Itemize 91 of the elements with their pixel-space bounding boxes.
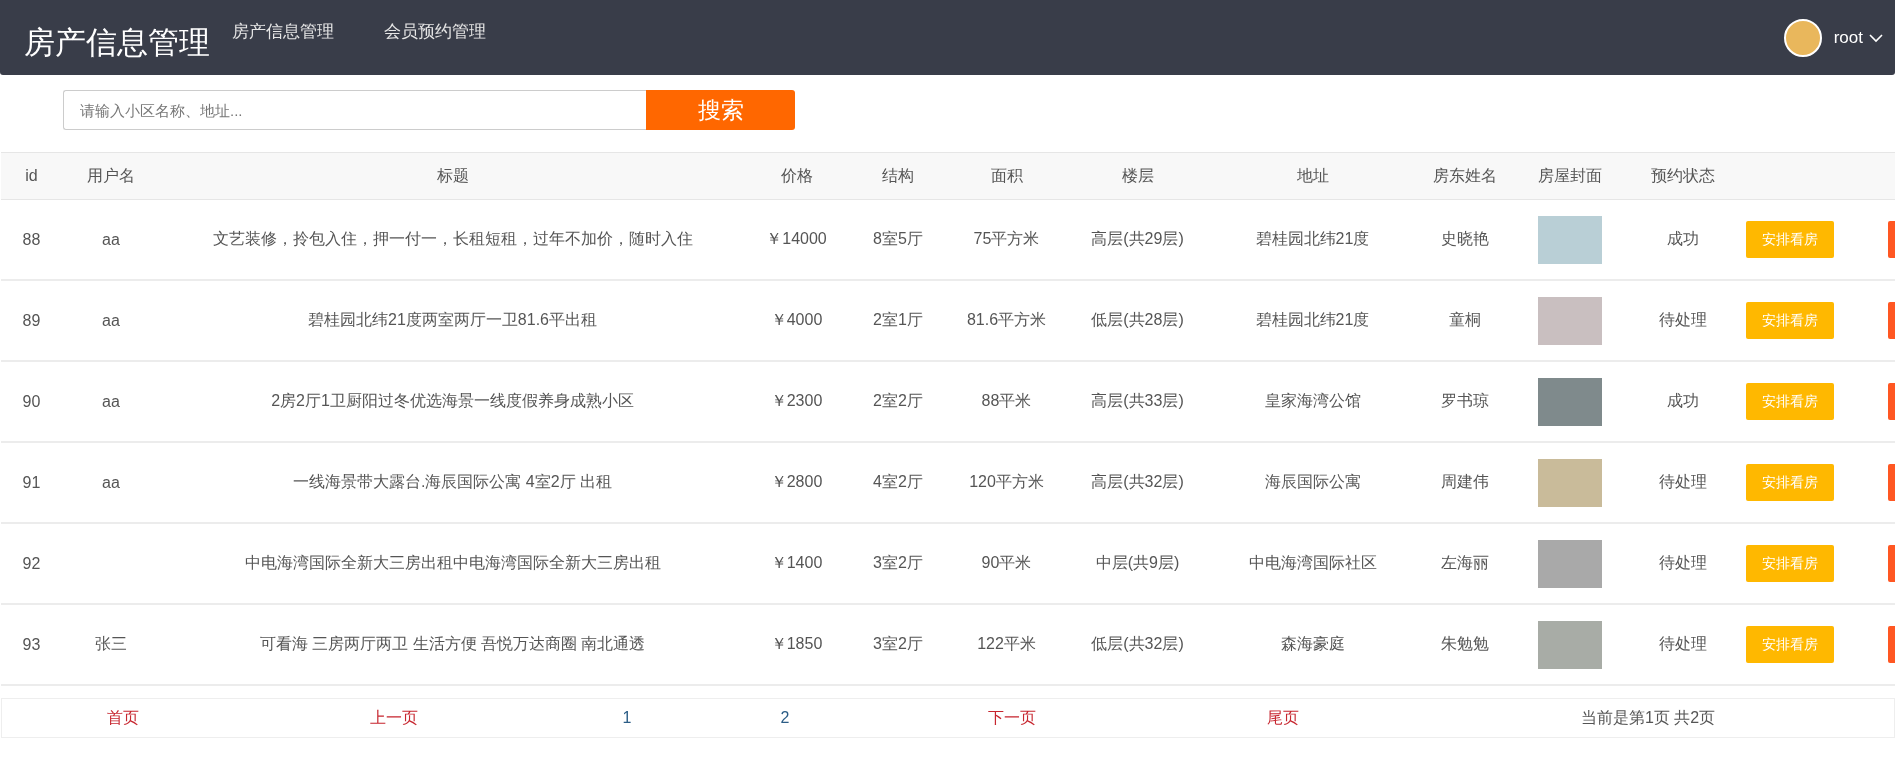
site-title: 房产信息管理 — [24, 23, 210, 62]
column-header: 用户名 — [62, 152, 160, 200]
caret-icon — [1869, 32, 1883, 43]
user-menu[interactable]: root — [1833, 27, 1883, 48]
table-cell: 中层(共9层) — [1095, 554, 1180, 571]
column-header: 预约状态 — [1625, 152, 1740, 200]
table-cell: 皇家海湾公馆 — [1264, 392, 1361, 409]
table-cell: ￥1400 — [770, 554, 823, 571]
column-header: 标题 — [160, 152, 745, 200]
table-cell: 低层(共28层) — [1091, 311, 1184, 328]
page-number[interactable]: 1 — [622, 709, 632, 727]
column-header: 房屋封面 — [1515, 152, 1625, 200]
column-header: 地址 — [1210, 152, 1415, 200]
column-header: id — [1, 152, 62, 200]
status-text: 待处理 — [1658, 635, 1707, 652]
page-link[interactable]: 尾页 — [1267, 707, 1299, 729]
table-cell: 碧桂园北纬21度两室两厅一卫81.6平出租 — [308, 311, 597, 328]
table-cell: 罗书琼 — [1441, 392, 1489, 409]
status-text: 成功 — [1666, 392, 1699, 409]
status-text: 待处理 — [1658, 554, 1707, 571]
table-cell: 左海丽 — [1441, 554, 1489, 571]
table-cell: 森海豪庭 — [1280, 635, 1345, 652]
photo-placeholder — [1538, 539, 1602, 588]
table-cell: 8室5厅 — [873, 230, 923, 247]
table-cell: ￥2800 — [770, 473, 823, 490]
table-cell: 高层(共33层) — [1091, 392, 1184, 409]
table-cell: 89 — [22, 311, 41, 329]
table-cell: 2室1厅 — [873, 311, 923, 328]
status-text: 待处理 — [1658, 311, 1707, 328]
column-header: 房东姓名 — [1415, 152, 1515, 200]
table-cell: 文艺装修，拎包入住，押一付一，长租短租，过年不加价，随时入住 — [212, 230, 693, 247]
table-cell: aa — [102, 311, 120, 329]
column-header: 楼层 — [1065, 152, 1210, 200]
table-cell: aa — [102, 392, 120, 410]
search-field[interactable]: 请输入小区名称、地址... — [63, 90, 646, 130]
nav-link[interactable]: 房产信息管理 — [232, 20, 334, 43]
table-cell: 81.6平方米 — [966, 311, 1047, 328]
table-cell: 中电海湾国际全新大三房出租中电海湾国际全新大三房出租 — [244, 554, 661, 571]
column-header: 价格 — [745, 152, 848, 200]
table-cell: 3室2厅 — [873, 635, 923, 652]
table-cell: 张三 — [95, 635, 127, 652]
page-link[interactable]: 上一页 — [370, 707, 418, 729]
column-header: 面积 — [948, 152, 1065, 200]
table-cell: aa — [102, 230, 120, 248]
avatar[interactable] — [1783, 18, 1822, 57]
page-info: 当前是第1页 共2页 — [1580, 707, 1716, 728]
nav-link[interactable]: 会员预约管理 — [384, 20, 486, 43]
page-link[interactable]: 首页 — [107, 707, 139, 729]
photo-placeholder — [1538, 377, 1602, 426]
table-cell: 2房2厅1卫厨阳过冬优选海景一线度假养身成熟小区 — [271, 392, 634, 409]
table-cell: 90 — [22, 392, 41, 410]
table-cell: 91 — [22, 473, 41, 491]
table-cell: 碧桂园北纬21度 — [1255, 311, 1370, 328]
search-button[interactable]: 搜索 — [646, 90, 795, 130]
table-cell: 一线海景带大露台.海辰国际公寓 4室2厅 出租 — [292, 473, 613, 490]
table-cell: 75平方米 — [973, 230, 1040, 247]
table-cell: 88 — [22, 230, 41, 248]
table-cell: 120平方米 — [969, 473, 1044, 490]
status-text: 成功 — [1666, 230, 1699, 247]
photo-placeholder — [1538, 620, 1602, 669]
column-header: 结构 — [848, 152, 948, 200]
page-number[interactable]: 2 — [780, 709, 790, 727]
table-cell: 88平米 — [981, 392, 1032, 409]
table-cell: 低层(共32层) — [1091, 635, 1184, 652]
table-cell: ￥14000 — [766, 230, 827, 247]
table-cell: 童桐 — [1449, 311, 1481, 328]
table-cell: 碧桂园北纬21度 — [1255, 230, 1370, 247]
photo-placeholder — [1538, 296, 1602, 345]
table-cell: 122平米 — [977, 635, 1036, 652]
table-cell: 93 — [22, 635, 41, 653]
table-cell: 高层(共32层) — [1091, 473, 1184, 490]
table-cell: 史晓艳 — [1441, 230, 1489, 247]
table-cell: aa — [102, 473, 120, 491]
table-cell: 海辰国际公寓 — [1264, 473, 1361, 490]
table-cell: 90平米 — [981, 554, 1032, 571]
table-cell: 4室2厅 — [873, 473, 923, 490]
table-cell: 92 — [22, 554, 41, 572]
page-link[interactable]: 下一页 — [988, 707, 1036, 729]
table-cell: 可看海 三房两厅两卫 生活方便 吾悦万达商圈 南北通透 — [259, 635, 646, 652]
table-cell: 周建伟 — [1441, 473, 1489, 490]
table-cell: ￥1850 — [770, 635, 823, 652]
photo-placeholder — [1538, 458, 1602, 507]
table-cell: 中电海湾国际社区 — [1248, 554, 1377, 571]
photo-placeholder — [1538, 215, 1602, 264]
table-cell: 2室2厅 — [873, 392, 923, 409]
table-cell: 朱勉勉 — [1441, 635, 1489, 652]
table-cell: 高层(共29层) — [1091, 230, 1184, 247]
table-cell: ￥4000 — [770, 311, 823, 328]
table-cell: 3室2厅 — [873, 554, 923, 571]
status-text: 待处理 — [1658, 473, 1707, 490]
table-cell: ￥2300 — [770, 392, 823, 409]
